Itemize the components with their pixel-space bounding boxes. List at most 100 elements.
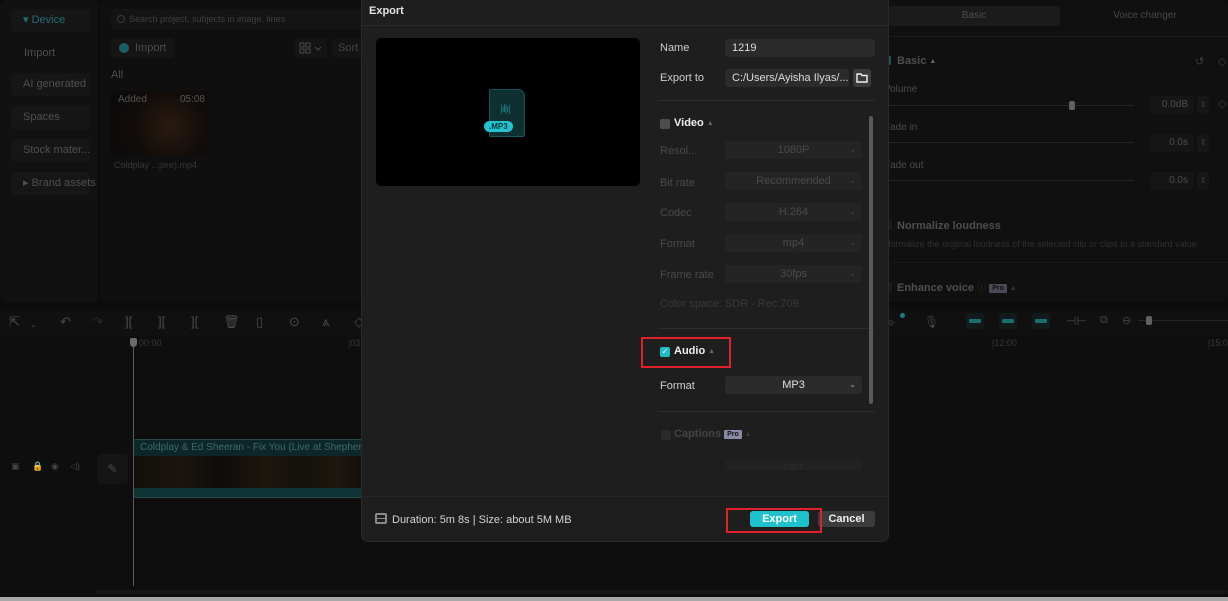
fade-in-value[interactable]: 0.0s bbox=[1150, 134, 1194, 152]
captions-section-title[interactable]: Captions Pro ▲ bbox=[674, 428, 752, 440]
import-label: Import bbox=[135, 42, 167, 54]
eye-icon[interactable]: ◉ bbox=[51, 461, 59, 472]
sort-label: Sort bbox=[338, 42, 359, 54]
nav-label: Stock mater... bbox=[23, 144, 91, 156]
volume-value[interactable]: 0.0dB bbox=[1150, 96, 1194, 114]
playhead-handle[interactable] bbox=[130, 338, 137, 347]
zoom-slider-handle[interactable] bbox=[1146, 316, 1152, 325]
nav-item-import[interactable]: Import bbox=[11, 42, 90, 65]
captions-format-select[interactable]: SRT bbox=[725, 460, 862, 470]
divider bbox=[362, 496, 888, 497]
volume-slider[interactable] bbox=[886, 105, 1134, 106]
name-input[interactable]: 1219 bbox=[725, 39, 875, 57]
nav-item-device[interactable]: ▾ Device bbox=[11, 9, 90, 32]
delete-icon[interactable]: 🗑 bbox=[223, 315, 240, 329]
chevron-down-icon: ⌄ bbox=[849, 145, 856, 154]
captions-checkbox[interactable] bbox=[661, 430, 671, 440]
video-checkbox[interactable] bbox=[660, 119, 670, 129]
select-tool-icon[interactable]: ⇱ bbox=[9, 315, 20, 329]
fade-out-slider[interactable] bbox=[886, 180, 1134, 181]
format-label: Format bbox=[660, 238, 695, 250]
plus-circle-icon bbox=[119, 43, 129, 53]
split-icon[interactable]: ][ bbox=[125, 315, 132, 329]
nav-label: Import bbox=[24, 47, 56, 59]
cancel-button[interactable]: Cancel bbox=[818, 511, 875, 527]
nav-item-spaces[interactable]: Spaces bbox=[11, 106, 90, 129]
pencil-icon: ✎ bbox=[107, 462, 118, 476]
lock-icon[interactable]: 🔒 bbox=[32, 461, 43, 472]
reverse-icon[interactable]: ⊙ bbox=[289, 315, 300, 329]
fade-out-stepper[interactable]: ⇕ bbox=[1197, 172, 1209, 190]
frame-rate-select[interactable]: 30fps ⌄ bbox=[725, 265, 862, 283]
trim-right-icon[interactable]: ][ bbox=[191, 315, 198, 329]
linkage-button[interactable] bbox=[1032, 313, 1050, 329]
fade-in-stepper[interactable]: ⇕ bbox=[1197, 134, 1209, 152]
film-icon bbox=[375, 513, 387, 524]
media-search-input[interactable]: Search project, subjects in image, lines bbox=[111, 9, 363, 30]
nav-item-brand-assets[interactable]: ▸ Brand assets bbox=[11, 172, 96, 195]
tab-basic[interactable]: Basic bbox=[888, 6, 1060, 26]
audio-format-select[interactable]: MP3 ⌄ bbox=[725, 376, 862, 394]
reset-icon[interactable]: ↺ bbox=[1195, 55, 1204, 68]
resolution-select[interactable]: 1080P ⌄ bbox=[725, 141, 862, 159]
redo-icon[interactable]: ↷ bbox=[92, 315, 103, 329]
caret-right-icon: ▸ bbox=[23, 177, 29, 189]
sort-button[interactable]: Sort bbox=[332, 38, 364, 58]
volume-slider-handle[interactable] bbox=[1069, 101, 1075, 110]
settings-scrollbar[interactable] bbox=[869, 116, 873, 404]
grid-view-icon bbox=[299, 42, 322, 54]
audio-format-label: Format bbox=[660, 380, 695, 392]
video-clip[interactable]: Coldplay & Ed Sheeran - Fix You (Live at… bbox=[133, 439, 373, 498]
bitrate-select[interactable]: Recommended ⌄ bbox=[725, 172, 862, 190]
export-path-input[interactable]: C:/Users/Ayisha Ilyas/... bbox=[725, 69, 849, 87]
media-duration: 05:08 bbox=[179, 94, 205, 105]
frame-rate-label: Frame rate bbox=[660, 269, 714, 281]
track-cover-icon[interactable]: ▣ bbox=[11, 461, 20, 472]
split-center-icon[interactable]: ⊣⊢ bbox=[1066, 314, 1087, 328]
divider bbox=[658, 411, 875, 412]
volume-label: Volume bbox=[884, 84, 918, 95]
playhead[interactable] bbox=[133, 338, 134, 586]
main-track-magnet-button[interactable] bbox=[966, 313, 984, 329]
fade-in-slider[interactable] bbox=[886, 142, 1134, 143]
chevron-down-icon[interactable]: ⌄ bbox=[30, 318, 37, 332]
microphone-icon[interactable]: 🎙 bbox=[924, 315, 939, 329]
volume-stepper[interactable]: ⇕ bbox=[1197, 96, 1209, 114]
folder-icon bbox=[856, 73, 868, 83]
trim-left-icon[interactable]: ][ bbox=[158, 315, 165, 329]
import-button[interactable]: Import bbox=[111, 38, 175, 58]
audio-icon[interactable]: ◁) bbox=[70, 461, 80, 472]
keyframe-icon[interactable]: ◇ bbox=[1218, 97, 1226, 110]
divider bbox=[362, 25, 888, 26]
preview-axis-icon[interactable]: ⧉ bbox=[1100, 314, 1108, 327]
tab-voice-changer[interactable]: Voice changer bbox=[1062, 6, 1228, 26]
color-space-info: Color space: SDR - Rec.709 bbox=[660, 298, 799, 310]
divider bbox=[880, 262, 1228, 263]
mirror-icon[interactable]: ⩓ bbox=[322, 315, 329, 329]
view-mode-button[interactable] bbox=[294, 38, 327, 58]
ruler-label: |03: bbox=[348, 338, 363, 348]
undo-icon[interactable]: ↶ bbox=[60, 315, 71, 329]
nav-label: AI generated bbox=[23, 78, 86, 90]
tab-label: Voice changer bbox=[1113, 10, 1177, 21]
fade-out-value[interactable]: 0.0s bbox=[1150, 172, 1194, 190]
auto-snap-button[interactable] bbox=[999, 313, 1017, 329]
keyframe-icon[interactable]: ◇ bbox=[1218, 55, 1226, 68]
normalize-description: Normalize the original loudness of the s… bbox=[884, 239, 1197, 249]
video-section-title[interactable]: Video ▲ bbox=[674, 117, 714, 129]
edit-cover-button[interactable]: ✎ bbox=[97, 454, 128, 484]
nav-item-ai-generated[interactable]: AI generated bbox=[11, 73, 90, 96]
timeline-scrollbar[interactable] bbox=[96, 590, 1228, 594]
ruler-label: |12:00 bbox=[992, 338, 1017, 348]
nav-item-stock-material[interactable]: Stock mater... bbox=[11, 139, 90, 162]
info-icon: ⓘ bbox=[977, 283, 987, 293]
chevron-down-icon: ⌄ bbox=[849, 238, 856, 247]
browse-folder-button[interactable] bbox=[853, 69, 871, 87]
codec-select[interactable]: H.264 ⌄ bbox=[725, 203, 862, 221]
media-thumbnail[interactable]: Added 05:08 bbox=[111, 91, 209, 156]
clip-waveform bbox=[134, 488, 372, 497]
search-placeholder: Search project, subjects in image, lines bbox=[129, 14, 286, 24]
zoom-out-icon[interactable]: ⊖ bbox=[1122, 314, 1131, 327]
video-format-select[interactable]: mp4 ⌄ bbox=[725, 234, 862, 252]
freeze-icon[interactable]: ▯ bbox=[256, 315, 263, 329]
